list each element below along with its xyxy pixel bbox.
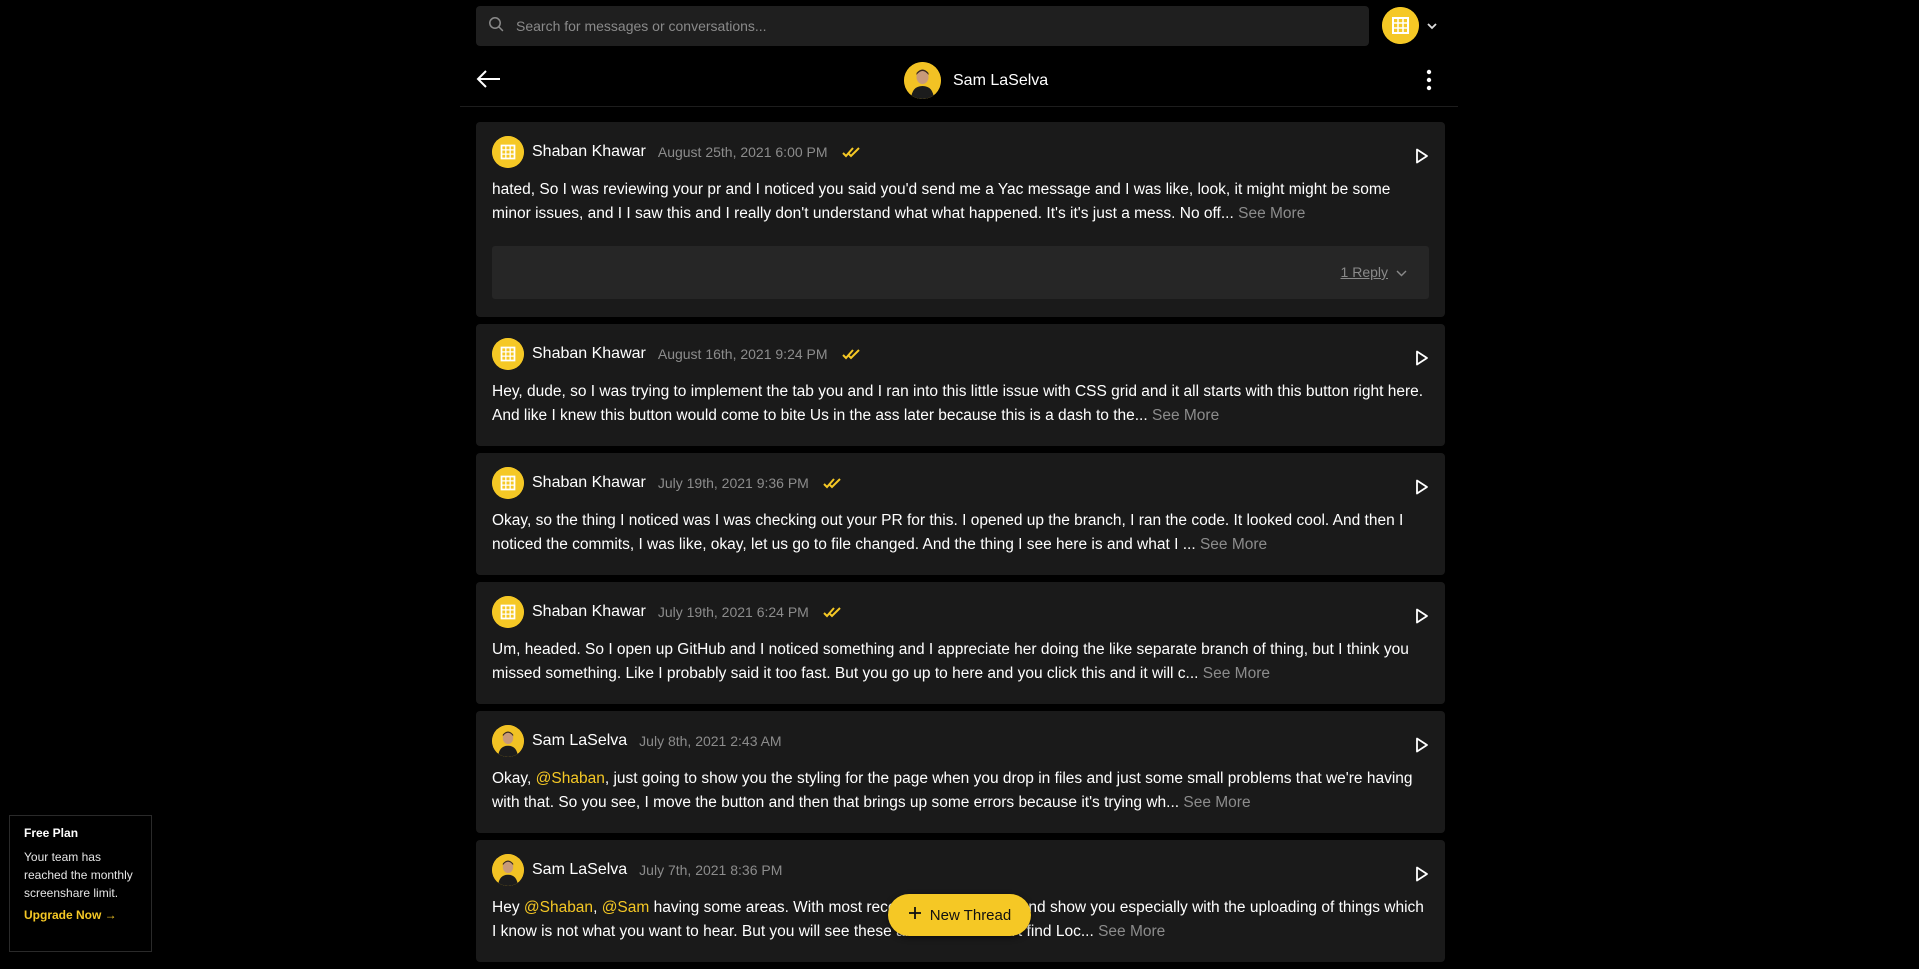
message-timestamp: August 25th, 2021 6:00 PM [657,144,828,160]
yac-logo-icon [492,596,524,628]
message-card[interactable]: Shaban Khawar July 19th, 2021 9:36 PM Ok… [476,453,1445,575]
message-card[interactable]: Shaban Khawar August 16th, 2021 9:24 PM … [476,324,1445,446]
message-text-before: Okay, [492,770,536,787]
see-more-link[interactable]: See More [1152,407,1219,424]
message-timestamp: July 19th, 2021 6:24 PM [657,604,809,620]
avatar [492,136,524,168]
search-input[interactable] [514,17,1318,35]
mention-link[interactable]: @Shaban [524,899,593,916]
sender-name: Sam LaSelva [532,861,628,878]
conversation-title: Sam LaSelva [904,62,1048,99]
message-timestamp: July 8th, 2021 2:43 AM [639,733,782,749]
message-text: hated, So I was reviewing your pr and I … [492,178,1429,226]
double-check-icon [823,477,843,489]
person-avatar-icon [904,62,941,99]
yac-logo-icon [492,338,524,370]
plan-title: Free Plan [24,826,79,840]
sender-name: Shaban Khawar [532,603,646,620]
message-body: Um, headed. So I open up GitHub and I no… [492,641,1409,682]
double-check-icon [841,146,862,158]
person-avatar-icon [492,725,524,757]
see-more-link[interactable]: See More [1203,665,1270,682]
back-arrow-icon[interactable] [476,68,502,95]
yac-logo-icon [492,467,524,499]
sender-name: Shaban Khawar [532,345,646,362]
more-vertical-icon[interactable] [1426,68,1432,97]
search-icon [488,16,504,37]
message-text: Okay, so the thing I noticed was I was c… [492,509,1429,557]
play-icon[interactable] [1415,608,1429,629]
plus-icon [908,906,922,924]
free-plan-notice: Free Plan Your team has reached the mont… [9,815,152,952]
message-timestamp: July 7th, 2021 8:36 PM [639,862,783,878]
search-bar[interactable] [476,6,1369,46]
see-more-link[interactable]: See More [1098,923,1165,940]
avatar [492,338,524,370]
yac-logo-icon [1382,7,1419,44]
new-thread-label: New Thread [929,906,1012,924]
avatar [492,467,524,499]
mention-link[interactable]: @Shaban [536,770,605,787]
double-check-icon [823,606,843,618]
see-more-link[interactable]: See More [1183,794,1250,811]
user-menu[interactable] [1382,7,1437,44]
mention-separator: , [593,899,602,916]
conversation-header: Sam LaSelva [460,58,1458,107]
person-avatar-icon [492,854,524,886]
message-body: Hey, dude, so I was trying to implement … [492,383,1424,424]
message-text-before: Hey [492,899,524,916]
see-more-link[interactable]: See More [1200,536,1267,553]
see-more-link[interactable]: See More [1238,205,1305,222]
message-list: Shaban Khawar August 25th, 2021 6:00 PM … [476,122,1445,969]
message-card[interactable]: Shaban Khawar July 19th, 2021 6:24 PM Um… [476,582,1445,704]
message-text: Hey, dude, so I was trying to implement … [492,380,1429,428]
chevron-down-icon [1396,264,1407,280]
play-icon[interactable] [1415,737,1429,758]
play-icon[interactable] [1415,479,1429,500]
reply-bar[interactable]: 1 Reply [492,246,1429,299]
mention-link[interactable]: @Sam [602,899,650,916]
message-timestamp: July 19th, 2021 9:36 PM [657,475,809,491]
page-title: Sam LaSelva [953,71,1049,89]
play-icon[interactable] [1415,148,1429,169]
message-timestamp: August 16th, 2021 9:24 PM [657,346,828,362]
sender-name: Shaban Khawar [532,143,646,160]
avatar [904,62,941,99]
reply-count-label: 1 Reply [1340,264,1388,280]
avatar [492,596,524,628]
chevron-down-icon[interactable] [1427,17,1437,35]
avatar [492,854,524,886]
message-card[interactable]: Sam LaSelva July 8th, 2021 2:43 AM Okay,… [476,711,1445,833]
plan-message: Your team has reached the monthly screen… [24,850,133,900]
message-card[interactable]: Shaban Khawar August 25th, 2021 6:00 PM … [476,122,1445,317]
new-thread-button[interactable]: New Thread [888,894,1031,936]
play-icon[interactable] [1415,350,1429,371]
message-text: Um, headed. So I open up GitHub and I no… [492,638,1429,686]
upgrade-now-link[interactable]: Upgrade Now → [24,908,137,922]
double-check-icon [841,348,862,360]
sender-name: Shaban Khawar [532,474,646,491]
play-icon[interactable] [1415,866,1429,887]
sender-name: Sam LaSelva [532,732,628,749]
reply-count-link[interactable]: 1 Reply [1341,264,1407,280]
yac-logo-icon [492,136,524,168]
avatar [492,725,524,757]
message-text: Okay, @Shaban, just going to show you th… [492,767,1429,815]
message-text-after: , just going to show you the styling for… [492,770,1413,811]
workspace-avatar[interactable] [1382,7,1419,44]
